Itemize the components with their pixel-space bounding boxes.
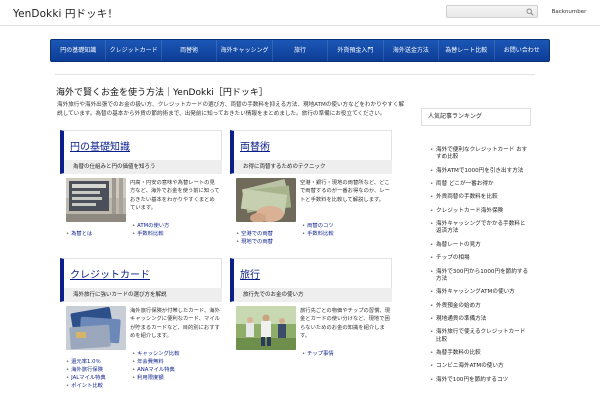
card-link[interactable]: 手数料比較 — [302, 230, 334, 238]
nav-item[interactable]: 海外キャッシング — [217, 40, 273, 61]
card-link[interactable]: チップ事情 — [302, 350, 334, 358]
search-input[interactable] — [447, 6, 525, 17]
card-link[interactable]: キャッシング比較 — [132, 350, 179, 358]
sidebar-item[interactable]: 現地通貨の準備方法 — [430, 313, 530, 326]
nav-item[interactable]: 為替レート比較 — [439, 40, 495, 61]
sidebar-item[interactable]: 海外キャッシングATMの使い方 — [430, 286, 530, 299]
card-subtitle: 海外旅行に強いカードの選び方を解説 — [64, 288, 222, 302]
sidebar-item[interactable]: コンビニ海外ATMの使い方 — [430, 360, 530, 373]
sidebar-item[interactable]: 為替手数料の比較 — [430, 347, 530, 360]
card-title-box: クレジットカード 海外旅行に強いカードの選び方を解説 — [60, 258, 222, 302]
money-image[interactable] — [236, 178, 296, 222]
card-description: 海外旅行保険が付帯したカード、海外キャッシングに便利なカード、マイルが貯まるカー… — [130, 308, 220, 340]
nav-item[interactable]: お問い合わせ — [495, 40, 549, 61]
nav-item[interactable]: 円の基礎知識 — [51, 40, 107, 61]
card-title-link[interactable]: クレジットカード — [70, 266, 150, 281]
card-title-link[interactable]: 旅行 — [240, 266, 260, 281]
card-title-link[interactable]: 両替術 — [240, 138, 270, 153]
card-link[interactable]: ATMの使い方 — [132, 222, 169, 230]
sidebar-item[interactable]: クレジットカード海外保険 — [430, 205, 530, 218]
card-title-link[interactable]: 円の基礎知識 — [70, 138, 130, 153]
card-description: 空港・銀行・現地の両替所など、どこで両替するのが一番お得なのか、レートと手数料を… — [300, 180, 390, 203]
page-title: 海外で賢くお金を使う方法｜YenDokki［円ドッキ］ — [56, 88, 268, 98]
site-title[interactable]: YenDokki 円ドッキ！ — [13, 6, 118, 21]
card-subtitle: 為替の仕組みと円の価値を知ろう — [64, 160, 222, 174]
card-link[interactable]: ANAマイル特典 — [132, 366, 180, 374]
site-header: YenDokki 円ドッキ！ Backnumber — [0, 0, 600, 26]
card-link[interactable]: 年会費無料 — [132, 358, 180, 366]
backnumber-link[interactable]: Backnumber — [548, 7, 590, 18]
nav-item[interactable]: 海外送金方法 — [384, 40, 440, 61]
travelers-image[interactable] — [236, 306, 296, 350]
card-link[interactable]: 還元率1.0％ — [66, 358, 106, 366]
sidebar-item[interactable]: 為替レートの見方 — [430, 239, 530, 252]
card-description: 旅行先ごとの物価やチップの習慣、現金とカードの使い分けなど、現地で困らないための… — [300, 308, 390, 340]
card-link[interactable]: 利用限度額 — [132, 374, 180, 382]
sidebar-item[interactable]: 両替 どこが一番お得か — [430, 178, 530, 191]
card-title-box: 両替術 お得に両替するためのテクニック — [230, 130, 392, 174]
sidebar-item[interactable]: 海外で300円から1000円を節約する方法 — [430, 266, 530, 287]
card-link[interactable]: 手数料比較 — [132, 230, 169, 238]
card-link[interactable]: 海外旅行保険 — [66, 366, 106, 374]
divider — [55, 74, 535, 75]
nav-item[interactable]: クレジットカード — [106, 40, 162, 61]
card-links-right: キャッシング比較 年会費無料 ANAマイル特典 利用限度額 — [132, 350, 180, 382]
sidebar-ranking-list: 海外で便利なクレジットカード おすすめ比較 海外ATMで1000円を引き出す方法… — [430, 144, 530, 387]
card-links-left: 還元率1.0％ 海外旅行保険 JALマイル特典 ポイント比較 — [66, 358, 106, 390]
sidebar-item[interactable]: 海外で100円を節約するコツ — [430, 374, 530, 387]
card-link[interactable]: 空港での両替 — [236, 230, 273, 238]
card-description: 円高・円安の意味や為替レートの見方など、海外でお金を使う前に知っておきたい基本を… — [130, 180, 220, 212]
sidebar-item[interactable]: 外貨預金の始め方 — [430, 300, 530, 313]
card-links-left: 空港での両替 現地での両替 — [236, 230, 273, 246]
nav-item[interactable]: 外貨預金入門 — [328, 40, 384, 61]
card-link[interactable]: JALマイル特典 — [66, 374, 106, 382]
card-link[interactable]: 為替とは — [66, 230, 92, 238]
card-links-left: 為替とは — [66, 230, 92, 238]
sidebar-item[interactable]: 海外キャッシングでかかる手数料と返済方法 — [430, 218, 530, 239]
sidebar-item[interactable]: チップの相場 — [430, 252, 530, 265]
card-links-right: 両替のコツ 手数料比較 — [302, 222, 334, 238]
card-subtitle: 旅行先でのお金の使い方 — [234, 288, 392, 302]
card-subtitle: お得に両替するためのテクニック — [234, 160, 392, 174]
card-links-right: チップ事情 — [302, 350, 334, 358]
card-link[interactable]: ポイント比較 — [66, 382, 106, 390]
card-link[interactable]: 両替のコツ — [302, 222, 334, 230]
sidebar-item[interactable]: 海外旅行で使えるクレジットカード比較 — [430, 326, 530, 347]
bank-building-image[interactable] — [66, 178, 126, 222]
search-icon[interactable] — [526, 8, 534, 16]
nav-item[interactable]: 両替術 — [162, 40, 218, 61]
sidebar-item[interactable]: 外貨両替の手数料を比較 — [430, 191, 530, 204]
credit-cards-image[interactable] — [66, 306, 126, 350]
card-title-box: 旅行 旅行先でのお金の使い方 — [230, 258, 392, 302]
sidebar-item[interactable]: 海外ATMで1000円を引き出す方法 — [430, 165, 530, 178]
intro-text: 海外旅行や海外出張でのお金の扱い方、クレジットカードの選び方、両替の手数料を抑え… — [57, 102, 405, 117]
nav-item[interactable]: 旅行 — [273, 40, 329, 61]
search-box[interactable] — [446, 5, 538, 18]
card-title-box: 円の基礎知識 為替の仕組みと円の価値を知ろう — [60, 130, 222, 174]
card-links-right: ATMの使い方 手数料比較 — [132, 222, 169, 238]
sidebar-heading: 人気記事ランキング — [421, 108, 531, 126]
card-link[interactable]: 現地での両替 — [236, 238, 273, 246]
main-nav: 円の基礎知識 クレジットカード 両替術 海外キャッシング 旅行 外貨預金入門 海… — [50, 39, 550, 62]
sidebar-item[interactable]: 海外で便利なクレジットカード おすすめ比較 — [430, 144, 530, 165]
